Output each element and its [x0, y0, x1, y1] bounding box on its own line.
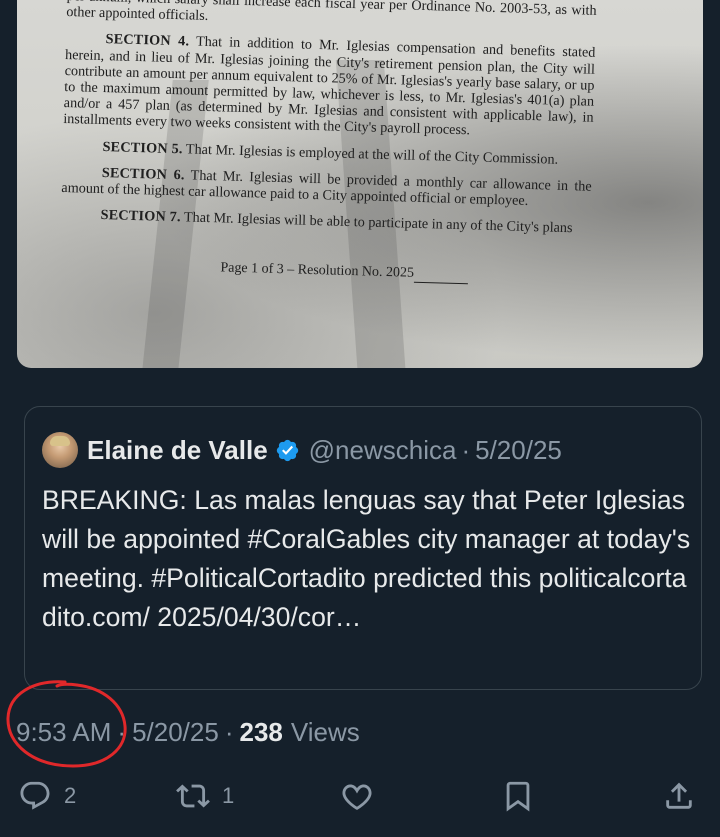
heart-icon: [342, 784, 372, 810]
verified-badge-icon: [276, 439, 298, 461]
section-7-text: That Mr. Iglesias will be able to partic…: [183, 209, 573, 237]
doc-section-4: SECTION 4. That in addition to Mr. Igles…: [63, 30, 596, 142]
views-label[interactable]: Views: [291, 717, 360, 748]
repost-icon: [176, 784, 210, 808]
doc-footer-text: Page 1 of 3 – Resolution No. 2025: [220, 260, 415, 282]
section-5-label: SECTION 5.: [102, 138, 183, 157]
section-7-label: SECTION 7.: [100, 207, 181, 226]
separator-dot: ·: [117, 716, 127, 747]
doc-section-6: SECTION 6. That Mr. Iglesias will be pro…: [61, 164, 592, 211]
attached-photo[interactable]: per annum, which salary shall increase e…: [17, 0, 703, 368]
doc-section-5: SECTION 5. That Mr. Iglesias is employed…: [62, 138, 592, 169]
views-count[interactable]: 238: [240, 717, 283, 748]
doc-footer: Page 1 of 3 – Resolution No. 2025: [59, 256, 589, 287]
post-date[interactable]: 5/20/25: [132, 717, 219, 748]
quoted-post[interactable]: Elaine de Valle @newschica · 5/20/25 BRE…: [24, 406, 702, 690]
repost-button[interactable]: 1: [176, 778, 234, 814]
bookmark-button[interactable]: [501, 778, 535, 814]
doc-top-fragment: per annum, which salary shall increase e…: [66, 0, 597, 25]
like-button[interactable]: [340, 778, 374, 814]
document-text: per annum, which salary shall increase e…: [59, 0, 597, 287]
post-time[interactable]: 9:53 AM: [16, 717, 111, 748]
quoted-post-date[interactable]: 5/20/25: [475, 435, 562, 466]
post-meta: 9:53 AM · 5/20/25 · 238 Views: [16, 712, 360, 752]
section-6-label: SECTION 6.: [101, 164, 185, 184]
author-name[interactable]: Elaine de Valle: [87, 435, 268, 466]
separator-dot: ·: [461, 434, 471, 465]
avatar[interactable]: [42, 432, 78, 468]
separator-dot: ·: [224, 716, 234, 747]
reply-button[interactable]: 2: [18, 778, 76, 814]
reply-icon: [20, 781, 50, 810]
bookmark-icon: [506, 781, 530, 812]
doc-footer-blank: [413, 269, 469, 284]
reply-count: 2: [64, 783, 77, 808]
section-5-text: That Mr. Iglesias is employed at the wil…: [185, 141, 559, 168]
author-handle[interactable]: @newschica: [309, 435, 457, 466]
share-icon: [666, 782, 692, 809]
action-bar: 2 1: [0, 770, 720, 822]
section-4-text: That in addition to Mr. Iglesias compens…: [63, 34, 596, 139]
quoted-post-text: BREAKING: Las malas lenguas say that Pet…: [42, 485, 691, 632]
repost-count: 1: [222, 783, 235, 808]
doc-section-7: SECTION 7. That Mr. Iglesias will be abl…: [60, 206, 590, 237]
share-button[interactable]: [662, 778, 696, 814]
quoted-post-header: Elaine de Valle @newschica · 5/20/25: [42, 432, 562, 468]
